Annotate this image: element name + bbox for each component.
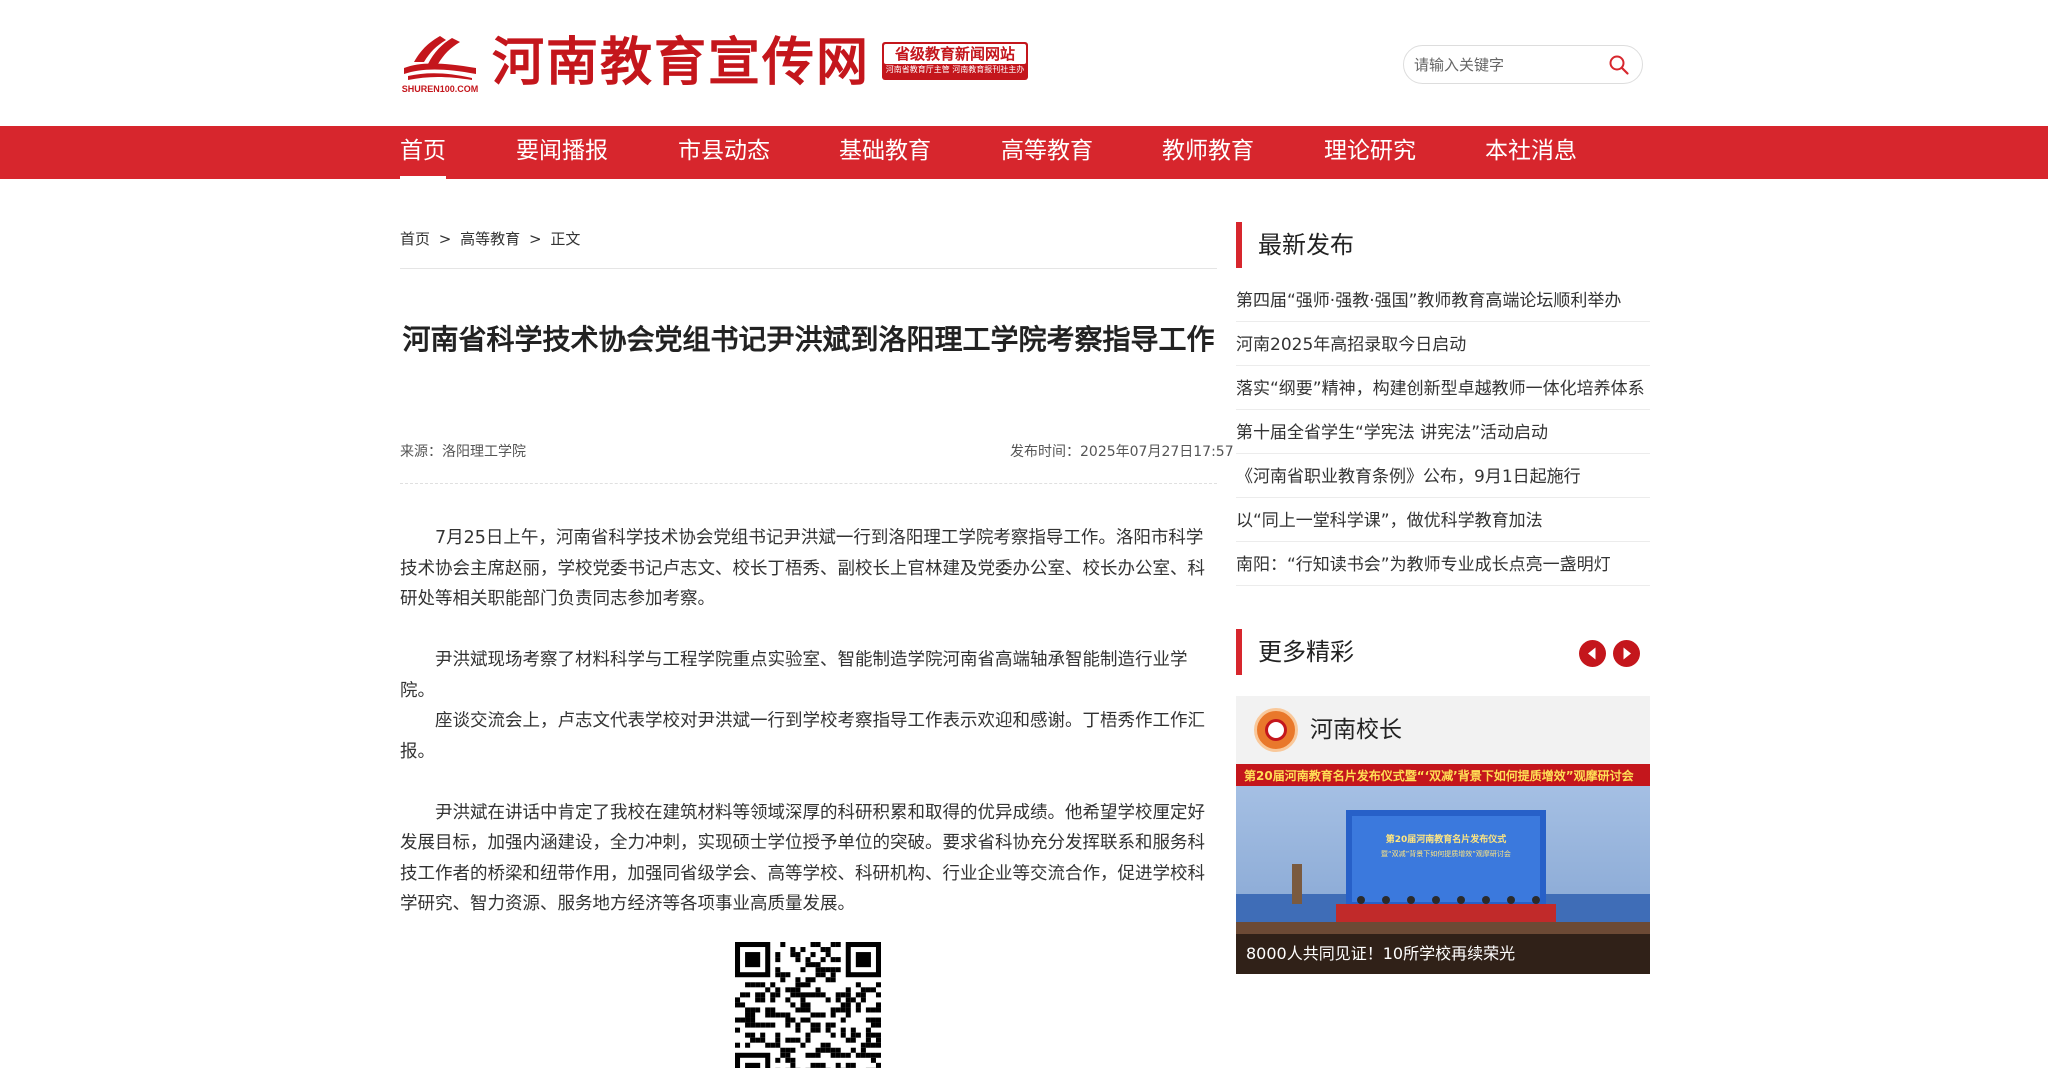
nav-item-basic-edu[interactable]: 基础教育 [839, 126, 931, 179]
site-title[interactable]: 河南教育宣传网 [492, 28, 870, 98]
nav-item-local[interactable]: 市县动态 [678, 126, 770, 179]
search-icon[interactable] [1608, 54, 1630, 76]
latest-list-item[interactable]: 落实“纲要”精神，构建创新型卓越教师一体化培养体系 [1236, 366, 1650, 410]
breadcrumb-current: 正文 [550, 230, 581, 248]
article-paragraph: 7月25日上午，河南省科学技术协会党组书记尹洪斌一行到洛阳理工学院考察指导工作。… [400, 528, 1205, 609]
breadcrumb-separator: > [438, 230, 452, 248]
card-header: 河南校长 [1236, 696, 1650, 764]
nav-item-theory[interactable]: 理论研究 [1324, 126, 1416, 179]
latest-section-title: 最新发布 [1236, 222, 1354, 268]
article-body: 7月25日上午，河南省科学技术协会党组书记尹洪斌一行到洛阳理工学院考察指导工作。… [400, 523, 1217, 920]
carousel-prev-button[interactable] [1579, 640, 1606, 667]
nav-item-press[interactable]: 本社消息 [1485, 126, 1577, 179]
banner-text: 第20届河南教育名片发布仪式暨“‘双减’背景下如何提质增效”观摩研讨会 [1244, 768, 1635, 783]
site-header: SHUREN100.COM 河南教育宣传网 省级教育新闻网站 河南省教育厅主管 … [0, 0, 2048, 126]
qr-code-image [735, 942, 881, 1068]
stage-text: 暨“双减”背景下如何提质增效”观摩研讨会 [1381, 849, 1511, 858]
nav-item-higher-edu[interactable]: 高等教育 [1001, 126, 1093, 179]
nav-item-news[interactable]: 要闻播报 [516, 126, 608, 179]
main-nav: 首页 要闻播报 市县动态 基础教育 高等教育 教师教育 理论研究 本社消息 [0, 126, 2048, 179]
nav-item-teacher-edu[interactable]: 教师教育 [1162, 126, 1254, 179]
breadcrumb: 首页 > 高等教育 > 正文 [400, 228, 584, 249]
channel-avatar-icon [1254, 708, 1298, 752]
divider [400, 268, 1217, 269]
article-date: 发布时间：2025年07月27日17:57 [1010, 444, 1234, 460]
card-channel-name: 河南校长 [1310, 717, 1402, 743]
latest-list-item[interactable]: 第十届全省学生“学宪法 讲宪法”活动启动 [1236, 410, 1650, 454]
stage-text: 第20届河南教育名片发布仪式 [1386, 833, 1507, 845]
logo-sub-text: SHUREN100.COM [401, 84, 479, 94]
latest-list-item[interactable]: 南阳：“行知读书会”为教师专业成长点亮一盏明灯 [1236, 542, 1650, 586]
carousel-card[interactable]: 河南校长 第20届河南教育名片发布仪式暨“‘双减’背景下如何提质增效”观摩研讨会… [1236, 696, 1650, 974]
article-paragraph: 尹洪斌现场考察了材料科学与工程学院重点实验室、智能制造学院河南省高端轴承智能制造… [400, 650, 1188, 701]
latest-list-item[interactable]: 《河南省职业教育条例》公布，9月1日起施行 [1236, 454, 1650, 498]
breadcrumb-separator: > [528, 230, 542, 248]
latest-list-item[interactable]: 河南2025年高招录取今日启动 [1236, 322, 1650, 366]
latest-list-item[interactable]: 以“同上一堂科学课”，做优科学教育加法 [1236, 498, 1650, 542]
breadcrumb-category[interactable]: 高等教育 [460, 230, 520, 248]
search-box [1403, 45, 1643, 84]
article-title: 河南省科学技术协会党组书记尹洪斌到洛阳理工学院考察指导工作 [402, 323, 1215, 356]
divider [400, 483, 1217, 484]
badge-main-text: 省级教育新闻网站 [884, 44, 1026, 64]
more-section-title: 更多精彩 [1236, 629, 1354, 675]
nav-item-home[interactable]: 首页 [400, 126, 446, 179]
chevron-left-icon [1588, 647, 1596, 660]
latest-list-item[interactable]: 第四届“强师·强教·强国”教师教育高端论坛顺利举办 [1236, 278, 1650, 322]
card-image: 第20届河南教育名片发布仪式暨“‘双减’背景下如何提质增效”观摩研讨会 第20届… [1236, 764, 1650, 974]
article-paragraph: 尹洪斌在讲话中肯定了我校在建筑材料等领域深厚的科研积累和取得的优异成绩。他希望学… [400, 802, 1205, 915]
site-badge: 省级教育新闻网站 河南省教育厅主管 河南教育报刊社主办 [882, 42, 1028, 80]
card-caption: 8000人共同见证！10所学校再续荣光 [1236, 934, 1650, 974]
carousel-next-button[interactable] [1613, 640, 1640, 667]
article-source: 来源：洛阳理工学院 [400, 444, 526, 460]
breadcrumb-home[interactable]: 首页 [400, 230, 430, 248]
badge-sub-text: 河南省教育厅主管 河南教育报刊社主办 [885, 65, 1025, 74]
article-paragraph: 座谈交流会上，卢志文代表学校对尹洪斌一行到学校考察指导工作表示欢迎和感谢。丁梧秀… [400, 711, 1205, 762]
site-logo-icon[interactable]: SHUREN100.COM [400, 32, 480, 94]
latest-list: 第四届“强师·强教·强国”教师教育高端论坛顺利举办 河南2025年高招录取今日启… [1236, 278, 1650, 586]
chevron-right-icon [1623, 647, 1631, 660]
search-input[interactable] [1414, 54, 1594, 76]
